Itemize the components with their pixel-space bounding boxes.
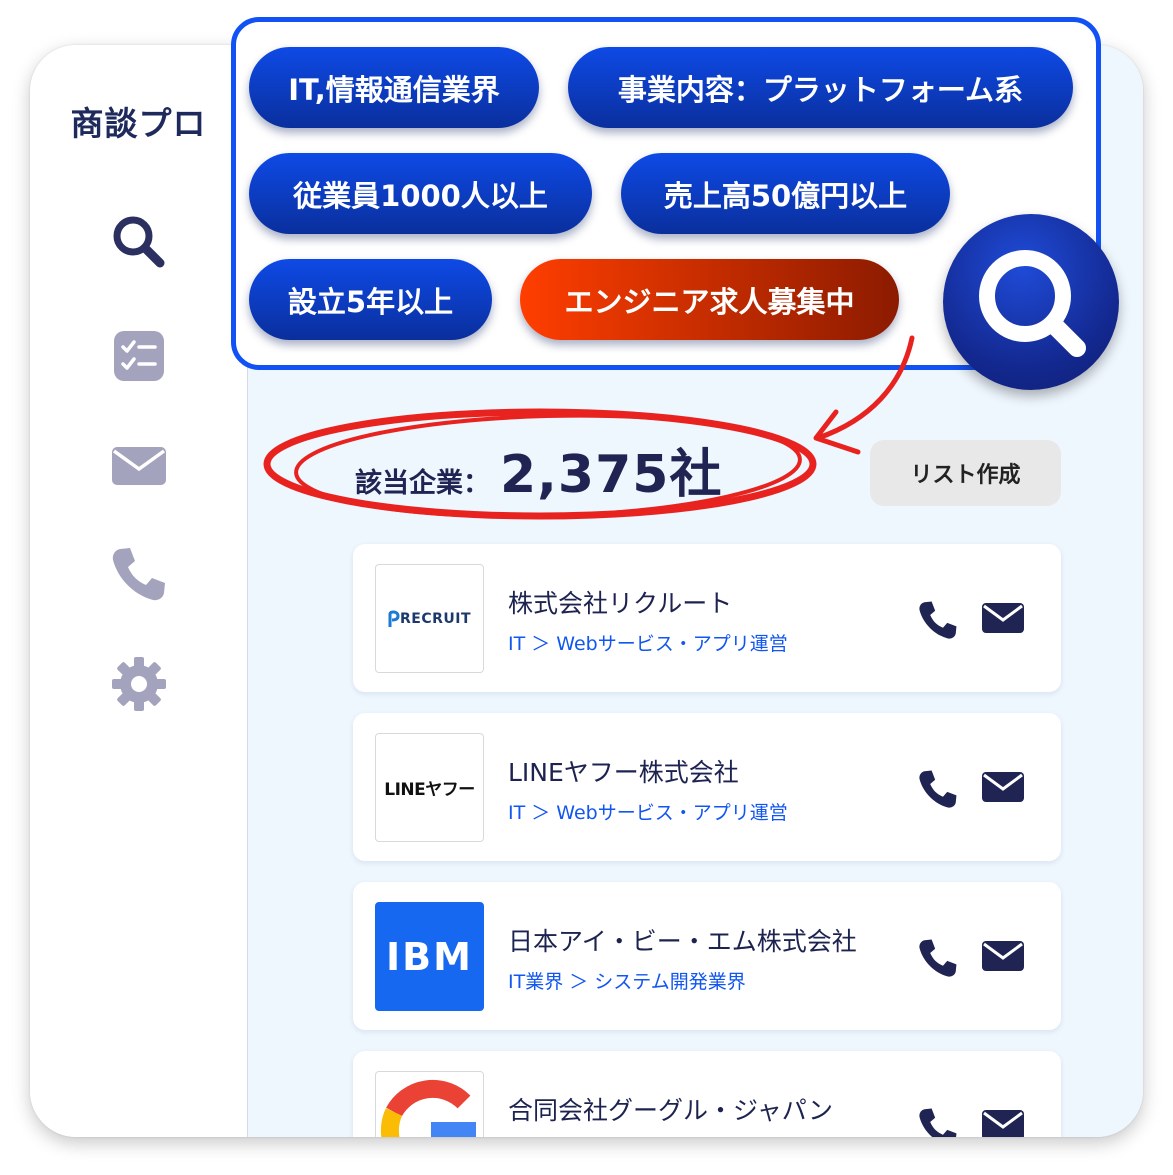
phone-icon[interactable] <box>916 936 960 980</box>
mail-icon[interactable] <box>981 1109 1025 1137</box>
filter-chip-business[interactable]: 事業内容：プラットフォーム系 <box>568 47 1073 128</box>
mail-icon[interactable] <box>108 435 170 497</box>
phone-icon[interactable] <box>916 767 960 811</box>
company-card[interactable]: 合同会社グーグル・ジャパン <box>353 1051 1061 1137</box>
filter-chip-engineer-hiring[interactable]: エンジニア求人募集中 <box>520 259 899 340</box>
app-brand: 商談プロ <box>70 104 207 143</box>
company-name[interactable]: 日本アイ・ビー・エム株式会社 <box>508 922 857 958</box>
sidebar: 商談プロ <box>30 45 248 1137</box>
company-category: IT ＞ Webサービス・アプリ運営 <box>508 802 788 824</box>
search-icon[interactable] <box>108 211 170 273</box>
gear-icon[interactable] <box>108 653 170 715</box>
mail-icon[interactable] <box>981 602 1025 634</box>
result-count-label: 該当企業： <box>355 468 490 499</box>
company-logo-ibm: IBM <box>375 902 484 1011</box>
phone-icon[interactable] <box>108 543 170 605</box>
company-name[interactable]: 合同会社グーグル・ジャパン <box>508 1091 833 1127</box>
create-list-button[interactable]: リスト作成 <box>870 440 1061 506</box>
mail-icon[interactable] <box>981 771 1025 803</box>
company-category: IT ＞ Webサービス・アプリ運営 <box>508 633 788 655</box>
result-count: 該当企業： 2,375社 <box>355 432 722 505</box>
logo-text: LINEヤフー <box>384 780 475 800</box>
company-category: IT業界 ＞ システム開発業界 <box>508 971 746 993</box>
company-logo-lineyahoo: LINEヤフー <box>375 733 484 842</box>
filter-chip-revenue[interactable]: 売上高50億円以上 <box>621 153 950 234</box>
checklist-icon[interactable] <box>108 325 170 387</box>
company-card[interactable]: LINEヤフー LINEヤフー株式会社 IT ＞ Webサービス・アプリ運営 <box>353 713 1061 861</box>
company-name[interactable]: LINEヤフー株式会社 <box>508 753 739 789</box>
phone-icon[interactable] <box>916 598 960 642</box>
company-card[interactable]: RECRUIT 株式会社リクルート IT ＞ Webサービス・アプリ運営 <box>353 544 1061 692</box>
filter-chip-founded[interactable]: 設立5年以上 <box>249 259 492 340</box>
company-logo-google <box>375 1071 484 1137</box>
company-logo-recruit: RECRUIT <box>375 564 484 673</box>
company-name[interactable]: 株式会社リクルート <box>508 584 732 620</box>
logo-text: IBM <box>386 934 473 979</box>
mail-icon[interactable] <box>981 940 1025 972</box>
search-button[interactable] <box>943 214 1119 390</box>
phone-icon[interactable] <box>916 1105 960 1137</box>
logo-text: RECRUIT <box>399 610 472 627</box>
result-count-value: 2,375社 <box>500 445 723 505</box>
filter-chip-industry[interactable]: IT,情報通信業界 <box>249 47 539 128</box>
filter-chip-employees[interactable]: 従業員1000人以上 <box>249 153 592 234</box>
search-icon <box>979 250 1086 357</box>
recruit-mark-icon <box>388 609 400 627</box>
google-logo-icon <box>380 1079 476 1137</box>
company-card[interactable]: IBM 日本アイ・ビー・エム株式会社 IT業界 ＞ システム開発業界 <box>353 882 1061 1030</box>
